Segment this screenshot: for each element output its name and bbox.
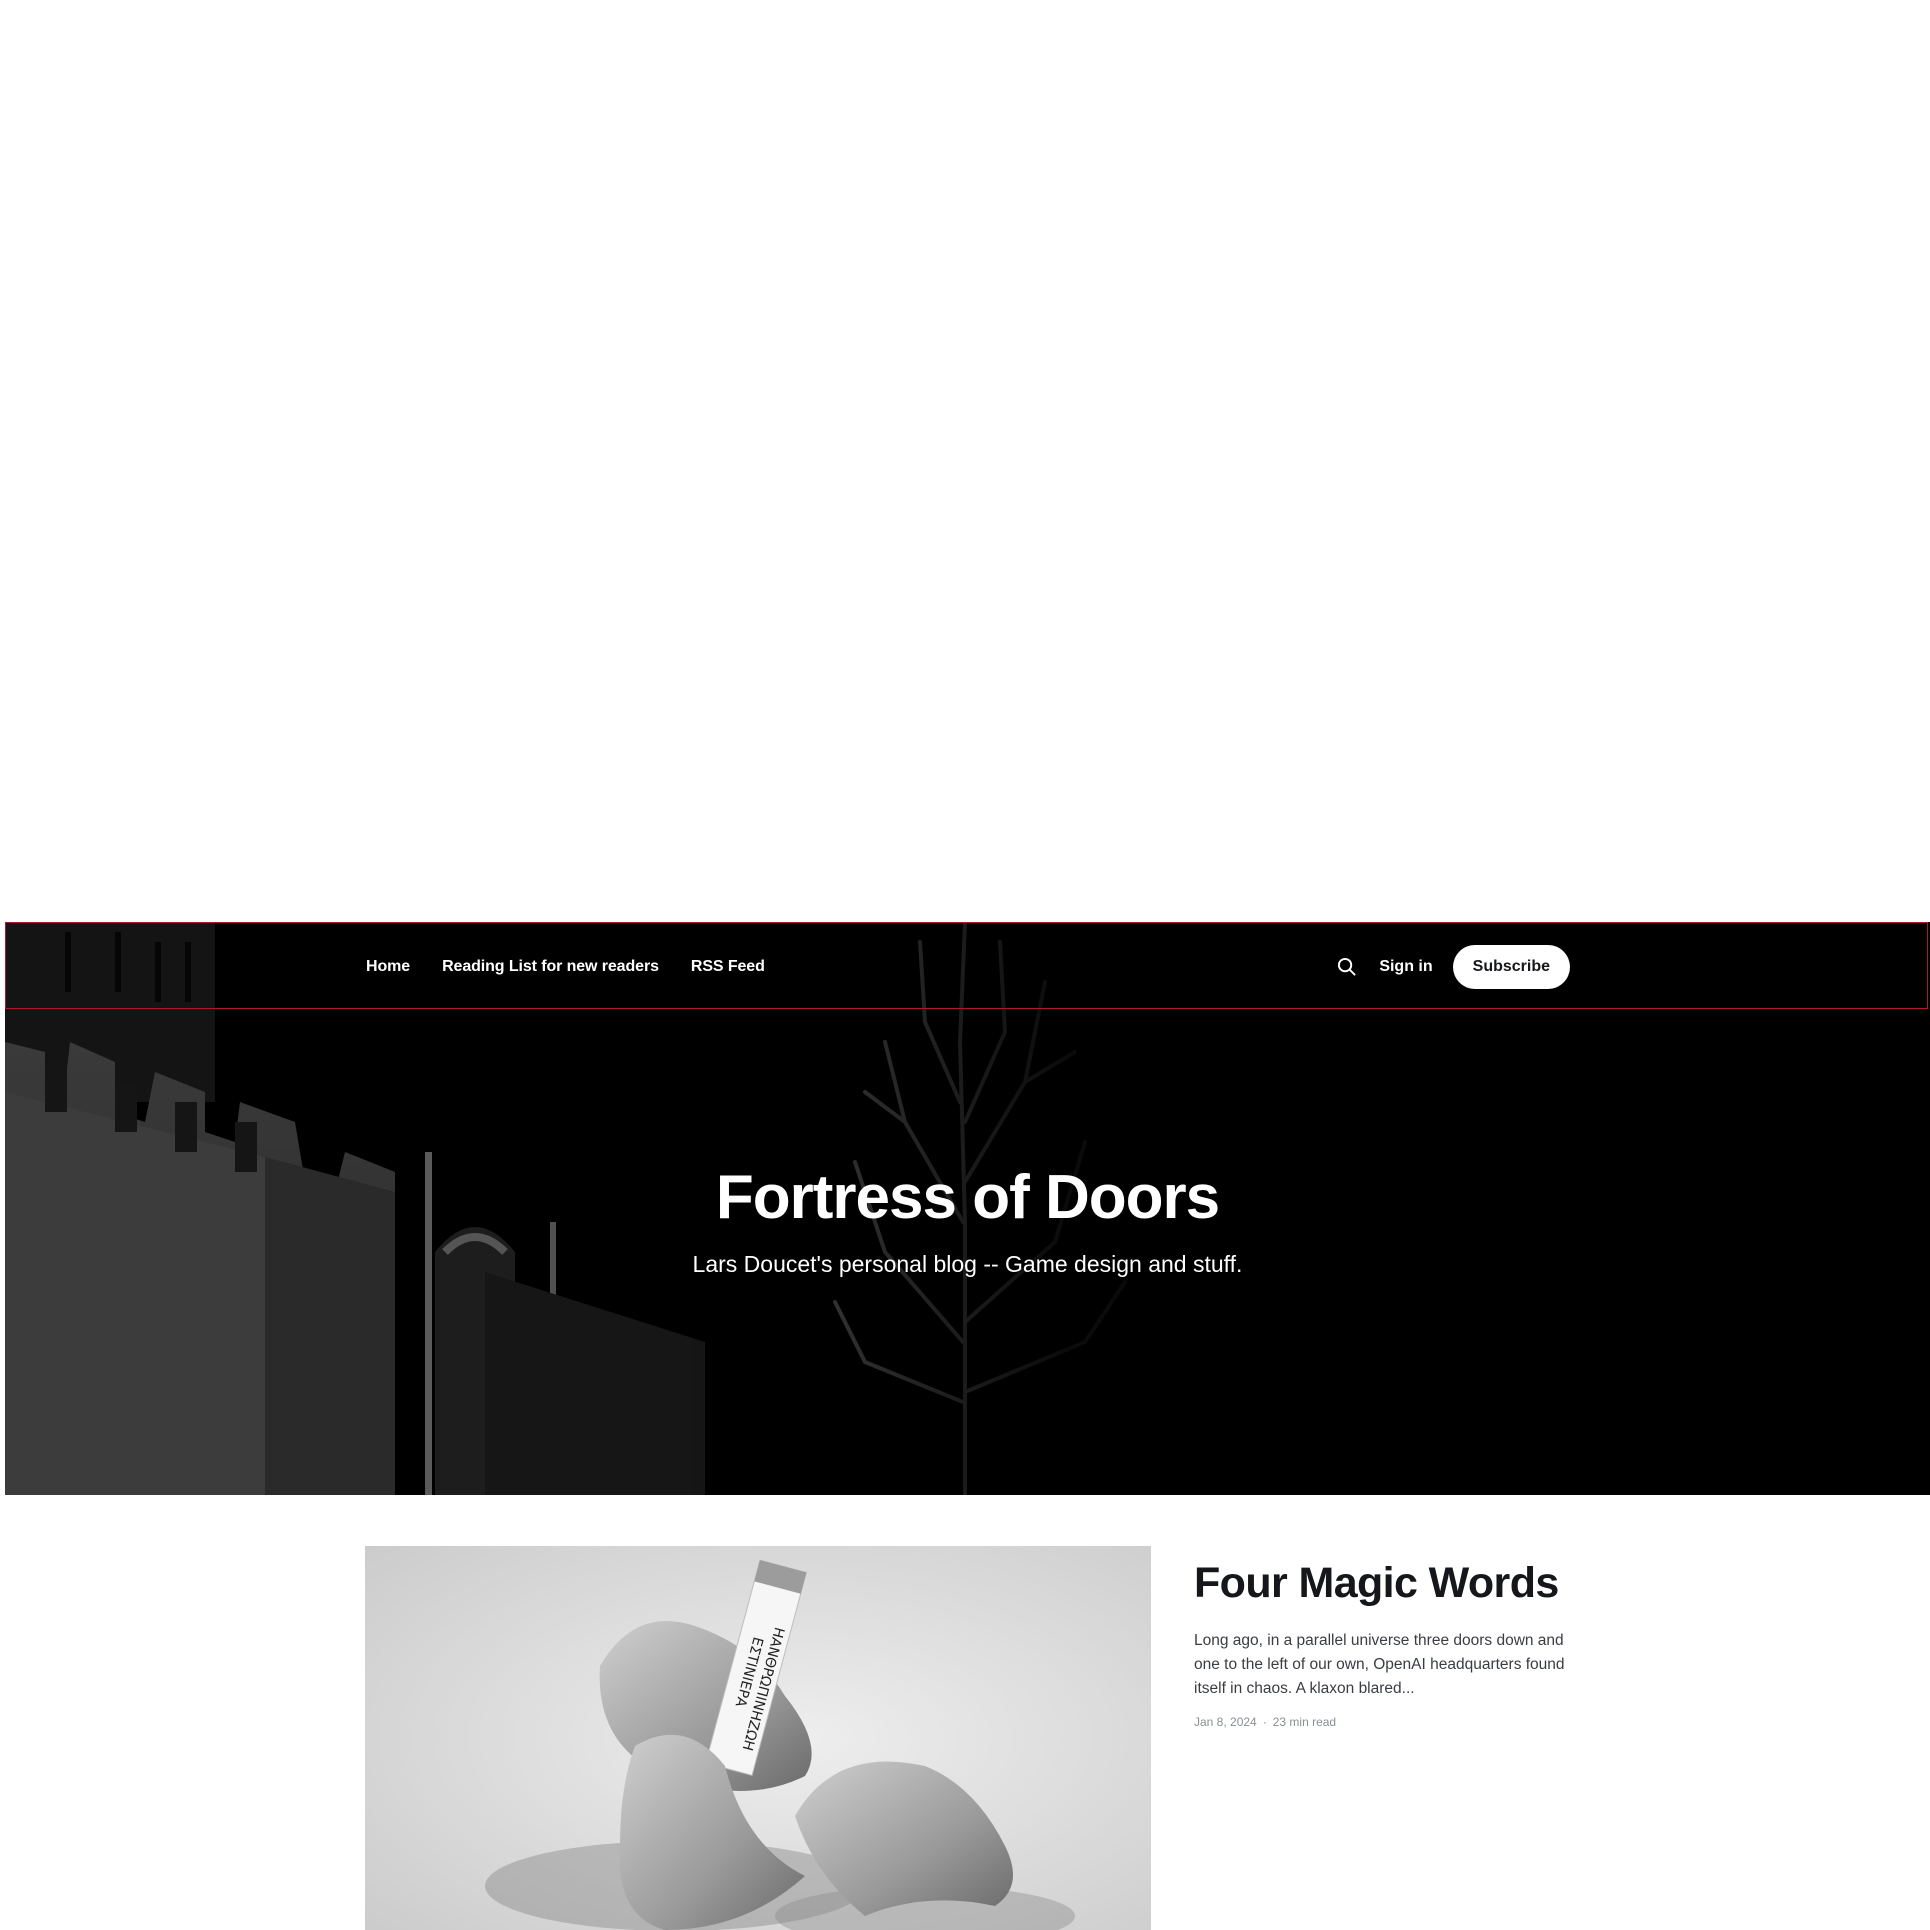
nav-link-home[interactable]: Home bbox=[366, 958, 410, 976]
post-meta: Jan 8, 2024 · 23 min read bbox=[1194, 1715, 1566, 1729]
meta-separator: · bbox=[1262, 1714, 1267, 1729]
subscribe-button[interactable]: Subscribe bbox=[1452, 944, 1570, 989]
post-excerpt: Long ago, in a parallel universe three d… bbox=[1194, 1631, 1565, 1697]
fortune-cookie-image: ΗΑΝΘΡΩΠΙΝΗΖΩΗ ΕΣΤΙΝΙΕΡΑ bbox=[365, 1546, 1151, 1930]
page: Home Reading List for new readers RSS Fe… bbox=[0, 0, 1930, 1930]
nav-link-rss-feed[interactable]: RSS Feed bbox=[691, 958, 765, 976]
sign-in-link[interactable]: Sign in bbox=[1379, 958, 1432, 976]
featured-post-image[interactable]: ΗΑΝΘΡΩΠΙΝΗΖΩΗ ΕΣΤΙΝΙΕΡΑ bbox=[365, 1546, 1151, 1930]
post-title[interactable]: Four Magic Words bbox=[1194, 1560, 1566, 1607]
header-actions: Sign in Subscribe bbox=[1335, 923, 1570, 1010]
post-date: Jan 8, 2024 bbox=[1194, 1714, 1257, 1729]
nav-link-reading-list[interactable]: Reading List for new readers bbox=[442, 958, 659, 976]
site-description: Lars Doucet's personal blog -- Game desi… bbox=[692, 1251, 1243, 1277]
top-navigation-bar: Home Reading List for new readers RSS Fe… bbox=[5, 922, 1928, 1009]
hero-text: Fortress of Doors Lars Doucet's personal… bbox=[5, 1167, 1930, 1278]
featured-post: Four Magic Words Long ago, in a parallel… bbox=[1194, 1560, 1566, 1729]
post-reading-time: 23 min read bbox=[1272, 1714, 1337, 1729]
site-title[interactable]: Fortress of Doors bbox=[5, 1167, 1930, 1229]
search-icon[interactable] bbox=[1335, 956, 1357, 978]
main-navigation: Home Reading List for new readers RSS Fe… bbox=[366, 923, 765, 1010]
site-header: Home Reading List for new readers RSS Fe… bbox=[5, 922, 1930, 1495]
